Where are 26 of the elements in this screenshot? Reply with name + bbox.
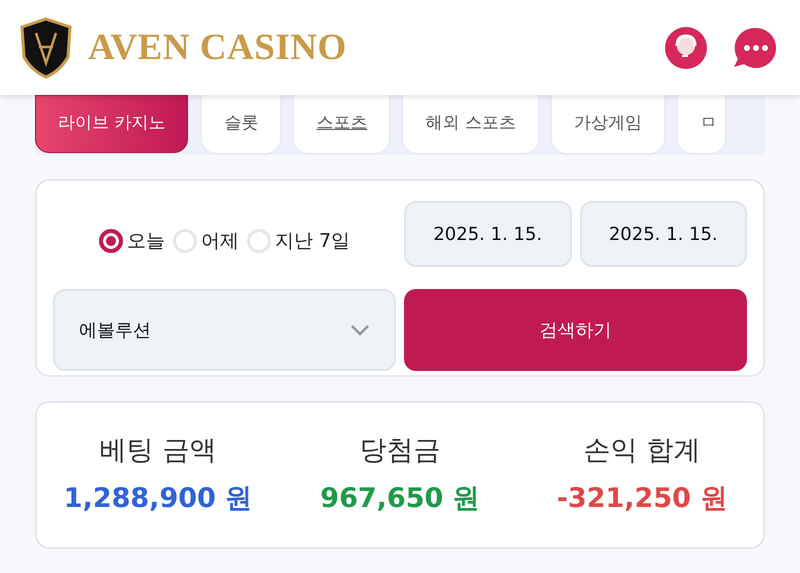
category-tab[interactable]: 라이브 카지노 xyxy=(35,95,188,153)
logo-icon xyxy=(20,16,72,78)
radio-label: 어제 xyxy=(200,228,239,254)
logo-text: AVEN CASINO xyxy=(88,26,347,70)
summary-label: 손익 합계 xyxy=(584,434,700,468)
search-button[interactable]: 검색하기 xyxy=(404,289,747,371)
category-tab[interactable]: ㅁ xyxy=(678,95,725,153)
provider-value: 에볼루션 xyxy=(79,318,151,342)
category-tab[interactable]: 가상게임 xyxy=(552,95,664,153)
chevron-down-icon xyxy=(350,324,370,336)
summary-value: 1,288,900 원 xyxy=(64,482,252,516)
chat-icon[interactable] xyxy=(732,26,778,70)
summary-label: 당첨금 xyxy=(360,434,440,468)
date-field[interactable]: 2025. 1. 15. xyxy=(404,201,572,267)
category-tab[interactable]: 스포츠 xyxy=(294,95,390,153)
summary-value: -321,250 원 xyxy=(556,482,728,516)
date-field[interactable]: 2025. 1. 15. xyxy=(580,201,747,267)
radio-button[interactable] xyxy=(98,229,123,253)
provider-select[interactable]: 에볼루션 xyxy=(53,289,396,371)
summary-value: 967,650 원 xyxy=(320,482,480,516)
summary-label: 베팅 금액 xyxy=(100,434,216,468)
category-tab[interactable]: 해외 스포츠 xyxy=(403,95,538,153)
radio-label: 오늘 xyxy=(126,228,165,254)
support-agent-icon[interactable] xyxy=(664,26,708,70)
category-tab[interactable]: 슬롯 xyxy=(202,95,280,153)
radio-label: 지난 7일 xyxy=(274,228,350,254)
